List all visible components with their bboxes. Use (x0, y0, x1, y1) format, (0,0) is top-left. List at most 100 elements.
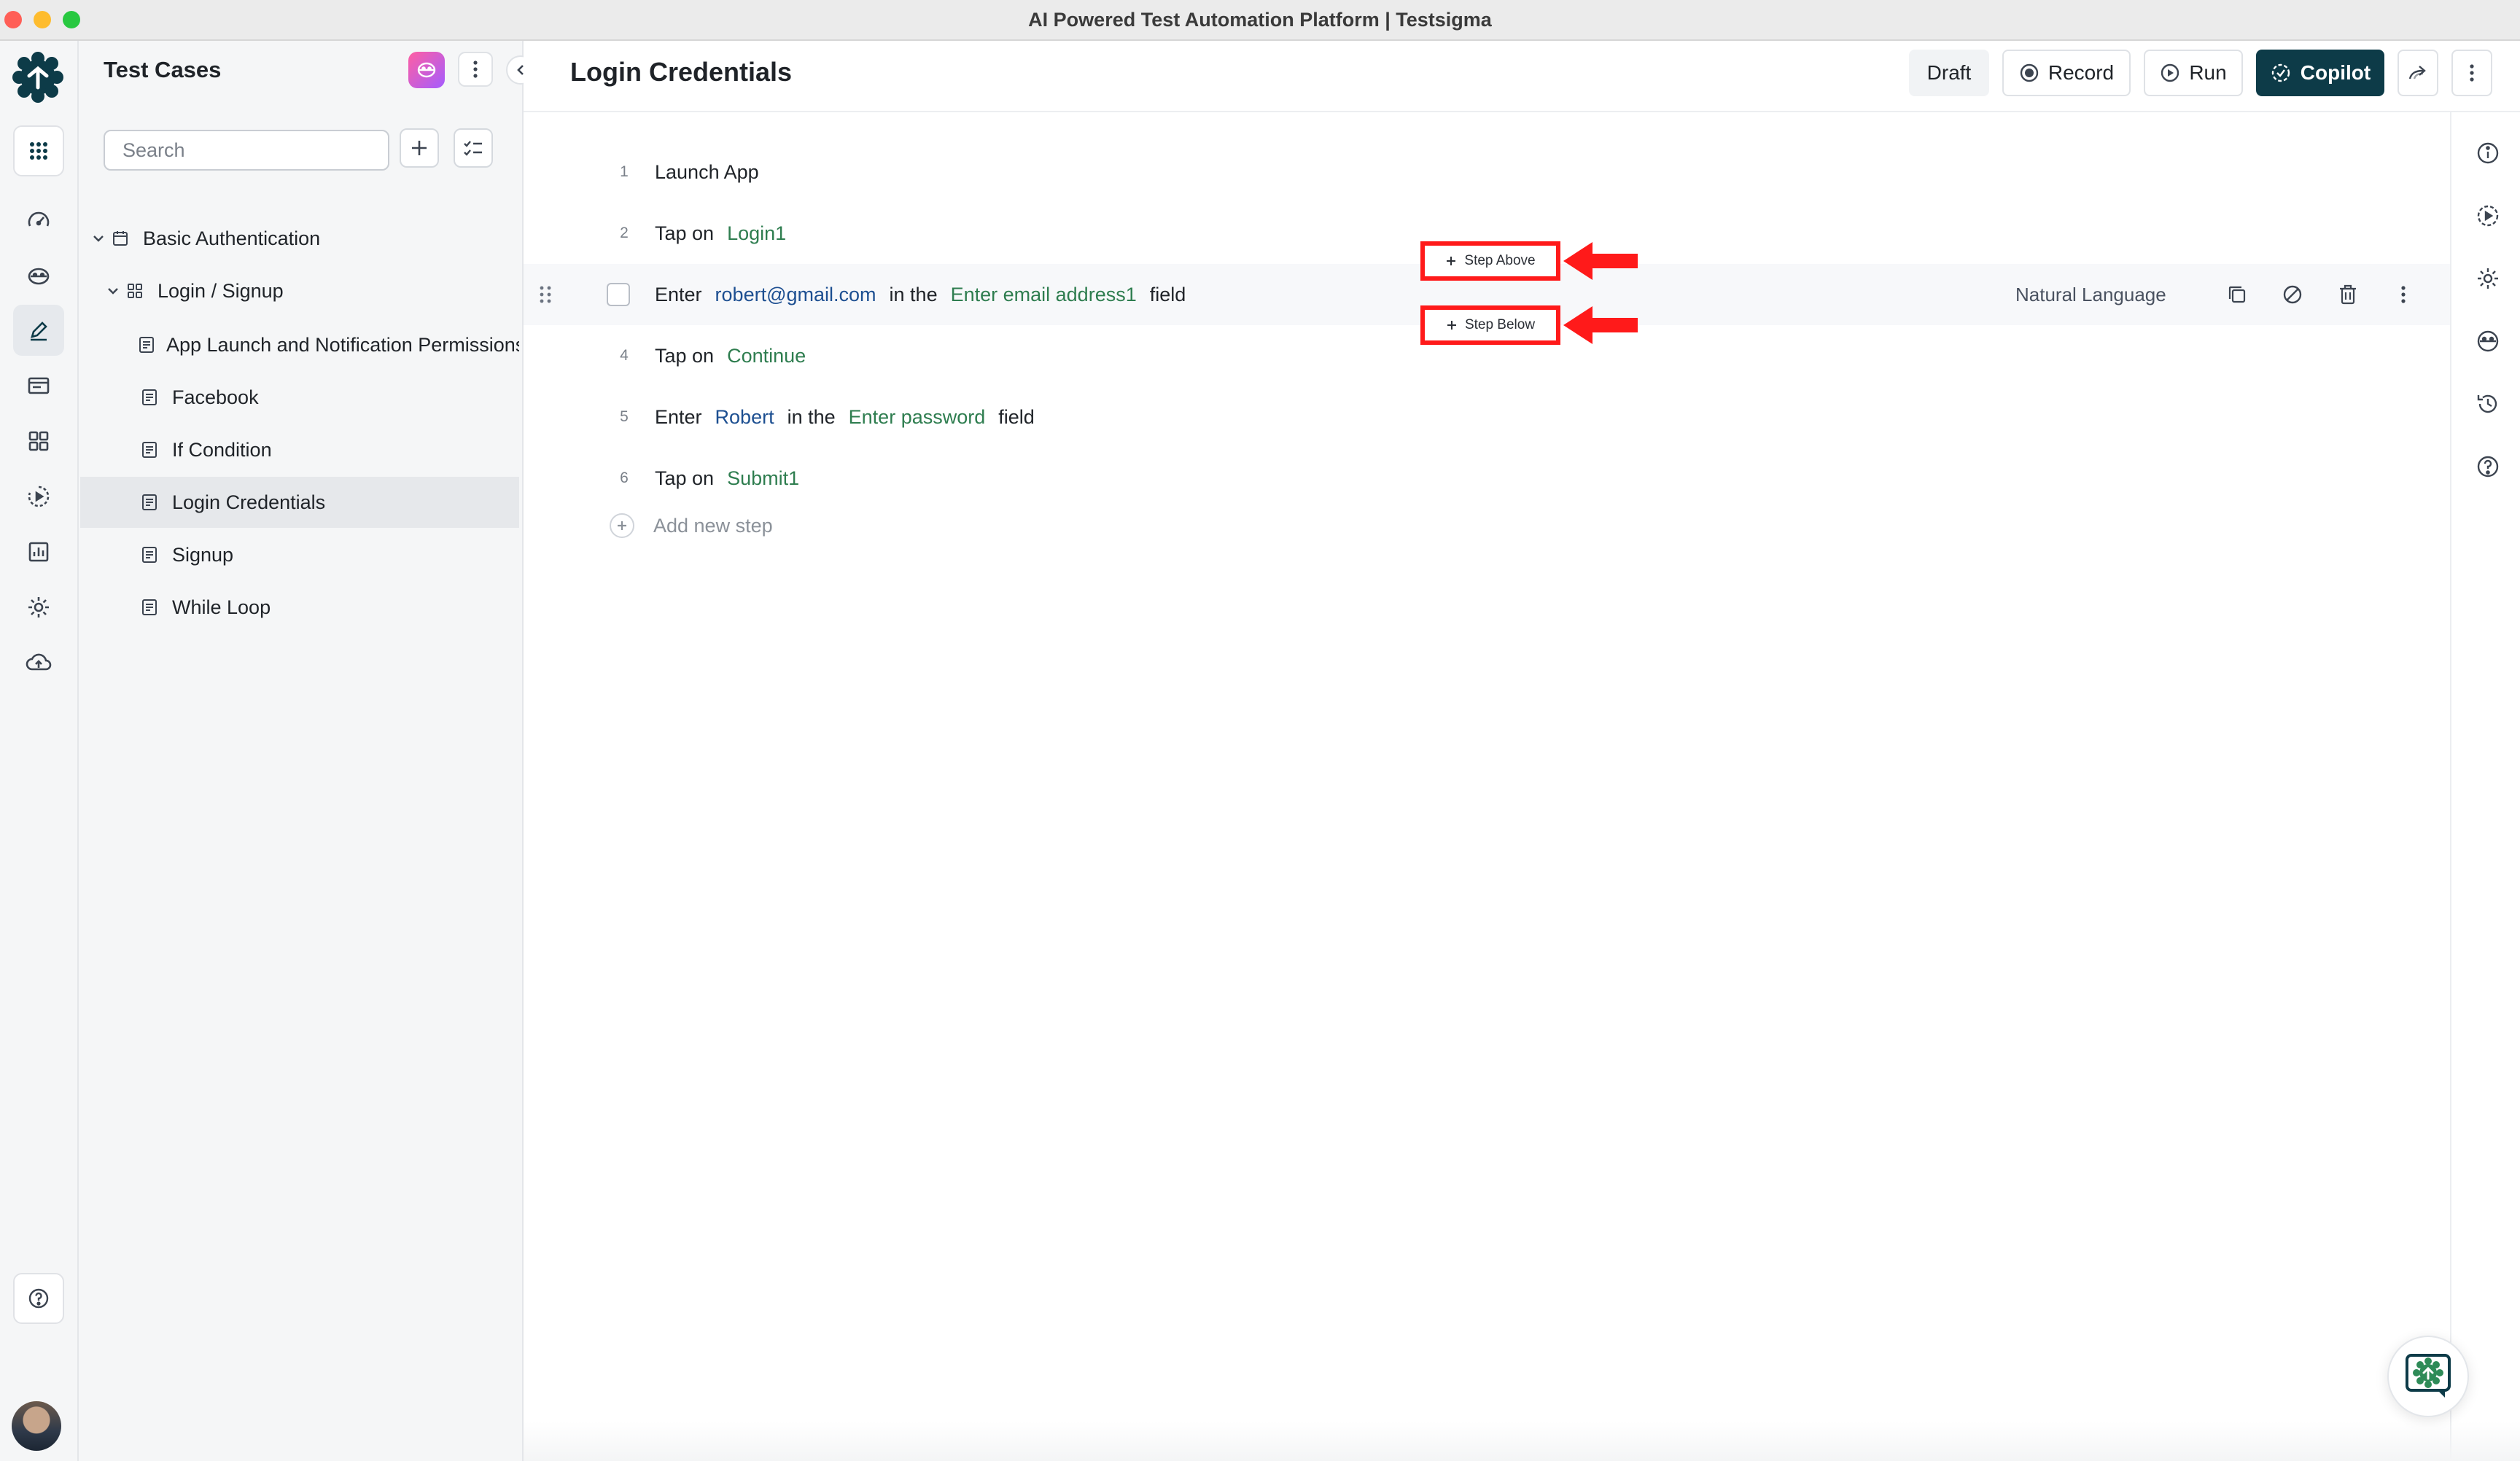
copilot-button[interactable]: Copilot (2256, 50, 2384, 96)
add-new-step-button[interactable]: Add new step (610, 513, 773, 538)
reports-icon[interactable] (13, 526, 64, 577)
step-above-button[interactable]: Step Above (1420, 241, 1560, 281)
tree-label: While Loop (172, 596, 271, 618)
chevron-down-icon[interactable] (88, 234, 109, 243)
tree-item-app-launch[interactable]: App Launch and Notification Permissions (80, 319, 519, 370)
tree-label: Basic Authentication (143, 227, 321, 249)
help-icon[interactable] (13, 1273, 64, 1324)
step-text[interactable]: Enter robert@gmail.com in the Enter emai… (655, 284, 1186, 306)
disable-step-icon[interactable] (2276, 278, 2309, 311)
element-token[interactable]: Enter email address1 (951, 284, 1137, 306)
step-text[interactable]: Launch App (655, 161, 759, 184)
annotation-arrow-icon (1560, 239, 1642, 283)
step-text[interactable]: Tap on Login1 (655, 222, 786, 245)
cloud-sync-icon[interactable] (13, 637, 64, 688)
plus-icon (1447, 321, 1456, 330)
data-token[interactable]: Robert (715, 406, 774, 429)
copy-step-icon[interactable] (2221, 278, 2253, 311)
step-token: Enter (655, 405, 702, 428)
page-title: Login Credentials (570, 57, 793, 87)
step-more-icon[interactable] (2387, 278, 2419, 311)
tree-item-login-credentials[interactable]: Login Credentials (80, 477, 519, 528)
user-avatar[interactable] (12, 1401, 61, 1451)
app-rail (0, 41, 79, 1461)
settings-icon[interactable] (2473, 264, 2502, 293)
tree-label: Signup (172, 543, 234, 566)
step-text[interactable]: Tap on Submit1 (655, 467, 799, 490)
info-icon[interactable] (2473, 139, 2502, 168)
element-token[interactable]: Login1 (727, 222, 786, 245)
test-case-icon (139, 441, 160, 459)
step-token: Enter (655, 283, 702, 305)
tree-folder-login-signup[interactable]: Login / Signup (80, 265, 519, 316)
drag-handle-icon[interactable] (538, 284, 553, 305)
step-below-label: Step Below (1464, 317, 1536, 332)
tree-folder-basic-authentication[interactable]: Basic Authentication (80, 213, 519, 264)
run-history-icon[interactable] (2473, 201, 2502, 230)
element-token[interactable]: Enter password (849, 406, 986, 429)
window-title: AI Powered Test Automation Platform | Te… (1028, 9, 1492, 31)
share-icon[interactable] (2398, 50, 2438, 96)
components-icon[interactable] (13, 416, 64, 467)
tree-item-if-condition[interactable]: If Condition (80, 424, 519, 475)
tree-label: Facebook (172, 386, 259, 408)
ai-agent-icon[interactable] (2473, 327, 2502, 356)
window-titlebar: AI Powered Test Automation Platform | Te… (0, 0, 2520, 41)
suite-icon (109, 230, 131, 247)
chevron-down-icon[interactable] (102, 287, 124, 295)
test-data-icon[interactable] (13, 360, 64, 411)
help-icon[interactable] (2473, 452, 2502, 481)
element-token[interactable]: Submit1 (727, 467, 799, 490)
data-token[interactable]: robert@gmail.com (715, 284, 876, 306)
step-number: 1 (620, 163, 629, 180)
record-icon (2019, 63, 2039, 83)
dashboard-icon[interactable] (13, 195, 64, 246)
step-above-label: Step Above (1464, 253, 1536, 268)
logo-icon[interactable] (12, 51, 64, 104)
test-case-icon (139, 599, 160, 616)
step-row[interactable]: 1 Launch App (524, 141, 2450, 203)
agent-icon[interactable] (13, 251, 64, 302)
step-checkbox[interactable] (607, 283, 630, 306)
group-icon (124, 282, 146, 300)
ai-agent-button[interactable] (408, 52, 445, 88)
bulk-select-button[interactable] (454, 128, 493, 168)
settings-icon[interactable] (13, 582, 64, 633)
header-more-icon[interactable] (2451, 50, 2492, 96)
add-test-case-button[interactable] (400, 128, 439, 168)
element-token[interactable]: Continue (727, 345, 806, 367)
draft-status-button[interactable]: Draft (1909, 50, 1989, 96)
test-cases-icon[interactable] (13, 305, 64, 356)
sidebar-title: Test Cases (104, 57, 222, 82)
run-button[interactable]: Run (2144, 50, 2243, 96)
search-input[interactable] (104, 130, 389, 171)
step-row[interactable]: 5 Enter Robert in the Enter password fie… (524, 386, 2450, 448)
editor-header: Login Credentials Draft Record Run Copil… (524, 41, 2520, 112)
step-text[interactable]: Enter Robert in the Enter password field (655, 406, 1035, 429)
tree-item-while-loop[interactable]: While Loop (80, 582, 519, 633)
test-case-icon (139, 494, 160, 511)
step-token: field (1149, 283, 1186, 305)
step-token: field (998, 405, 1035, 428)
step-text[interactable]: Tap on Continue (655, 345, 806, 367)
runs-icon[interactable] (13, 471, 64, 522)
delete-step-icon[interactable] (2332, 278, 2364, 311)
apps-grid-icon[interactable] (13, 125, 64, 176)
test-case-icon (139, 389, 160, 406)
tree-item-signup[interactable]: Signup (80, 529, 519, 580)
step-below-button[interactable]: Step Below (1420, 305, 1560, 345)
record-button[interactable]: Record (2002, 50, 2131, 96)
tree-label: If Condition (172, 438, 272, 461)
sidebar-more-button[interactable] (458, 52, 493, 87)
step-token: in the (889, 283, 938, 305)
play-icon (2160, 63, 2180, 83)
step-token: in the (787, 405, 836, 428)
step-row[interactable]: 6 Tap on Submit1 (524, 448, 2450, 509)
tree-item-facebook[interactable]: Facebook (80, 372, 519, 423)
chat-assistant-icon[interactable] (2387, 1336, 2469, 1417)
history-icon[interactable] (2473, 389, 2502, 418)
step-number: 4 (620, 347, 629, 364)
step-mode-label[interactable]: Natural Language (2015, 284, 2166, 306)
bottom-shade (524, 1422, 2520, 1461)
plus-icon (610, 513, 634, 538)
